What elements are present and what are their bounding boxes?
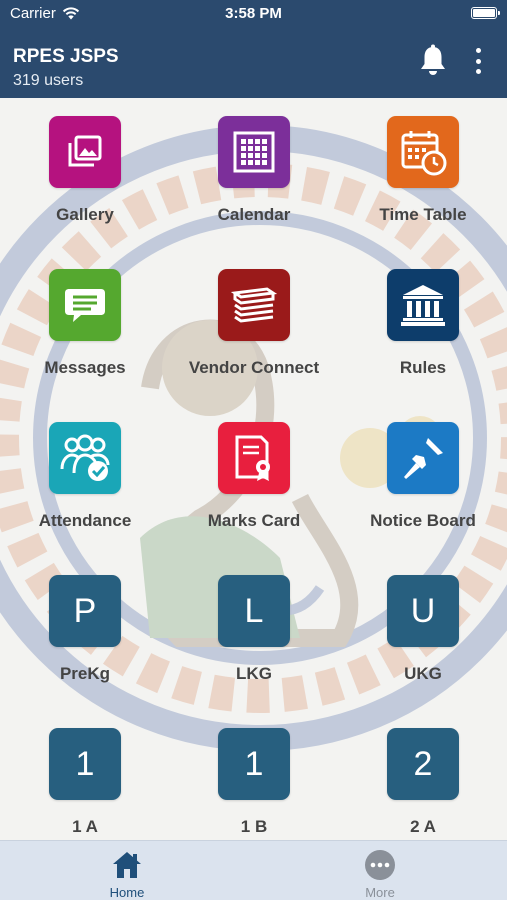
- attendance-button[interactable]: [49, 422, 121, 494]
- timetable-icon: [401, 131, 447, 176]
- notice-board-tile[interactable]: Notice Board: [353, 404, 493, 544]
- tile-label: UKG: [404, 664, 442, 683]
- clock: 3:58 PM: [225, 5, 282, 22]
- tile-label: Attendance: [38, 511, 132, 530]
- attendance-tile[interactable]: Attendance: [15, 404, 155, 544]
- class-letter: 2: [413, 744, 433, 783]
- class-button[interactable]: L: [218, 575, 290, 647]
- messages-tile[interactable]: Messages: [15, 251, 155, 391]
- class-tile-ukg[interactable]: U UKG: [353, 557, 493, 697]
- user-count: 319 users: [13, 72, 84, 89]
- class-button[interactable]: P: [49, 575, 121, 647]
- image-gallery-icon: [68, 135, 102, 167]
- bell-icon[interactable]: [418, 44, 448, 78]
- class-letter: 1: [75, 744, 95, 783]
- tile-label: Marks Card: [207, 511, 301, 530]
- tile-label: Gallery: [56, 205, 114, 224]
- class-letter: U: [410, 591, 436, 630]
- tile-label: Calendar: [217, 205, 291, 224]
- time-table-button[interactable]: [387, 116, 459, 188]
- more-circle-icon: [365, 850, 395, 880]
- class-tile-lkg[interactable]: L LKG: [184, 557, 324, 697]
- class-tile-1b[interactable]: 1 1 B: [184, 710, 324, 840]
- gallery-button[interactable]: [49, 116, 121, 188]
- app-header: RPES JSPS 319 users: [0, 26, 507, 98]
- tile-label: Notice Board: [370, 511, 476, 530]
- status-bar: Carrier 3:58 PM: [0, 0, 507, 26]
- tile-label: LKG: [236, 664, 272, 683]
- tile-label: 1 A: [72, 817, 98, 836]
- calendar-icon: [233, 131, 275, 173]
- battery-icon: [471, 7, 500, 19]
- tile-label: Vendor Connect: [188, 358, 320, 377]
- certificate-icon: [235, 435, 270, 481]
- rules-button[interactable]: [387, 269, 459, 341]
- tile-label: Rules: [399, 358, 447, 377]
- class-button[interactable]: 1: [218, 728, 290, 800]
- tab-more-label: More: [365, 885, 395, 900]
- more-options-icon[interactable]: [468, 46, 488, 76]
- tile-label: PreKg: [59, 664, 111, 683]
- class-letter: P: [73, 591, 97, 630]
- message-bubble-icon: [65, 289, 105, 322]
- class-button[interactable]: 1: [49, 728, 121, 800]
- calendar-tile[interactable]: Calendar: [184, 98, 324, 238]
- vendor-connect-button[interactable]: [218, 269, 290, 341]
- group-title: RPES JSPS: [13, 46, 119, 67]
- tab-home-label: Home: [109, 885, 145, 900]
- gallery-tile[interactable]: Gallery: [15, 98, 155, 238]
- tab-home[interactable]: Home: [67, 841, 187, 900]
- rules-tile[interactable]: Rules: [353, 251, 493, 391]
- class-button[interactable]: U: [387, 575, 459, 647]
- vendor-connect-tile[interactable]: Vendor Connect: [184, 251, 324, 391]
- class-tile-2a[interactable]: 2 2 A: [353, 710, 493, 840]
- class-tile-prekg[interactable]: P PreKg: [15, 557, 155, 697]
- tile-label: 1 B: [240, 817, 268, 836]
- bottom-tab-bar: Home More: [0, 840, 507, 900]
- tab-more[interactable]: More: [320, 841, 440, 900]
- class-letter: 1: [244, 744, 264, 783]
- marks-card-button[interactable]: [218, 422, 290, 494]
- class-letter: L: [244, 591, 264, 630]
- courthouse-icon: [401, 285, 445, 326]
- home-icon: [113, 852, 141, 878]
- books-icon: [231, 287, 277, 323]
- tile-label: Messages: [44, 358, 126, 377]
- tile-label: 2 A: [410, 817, 436, 836]
- group-check-icon: [60, 434, 110, 481]
- messages-button[interactable]: [49, 269, 121, 341]
- notice-board-button[interactable]: [387, 422, 459, 494]
- tile-label: Time Table: [379, 205, 467, 224]
- dashboard-grid: Gallery Calendar Time Table Messages Ven…: [0, 98, 507, 840]
- calendar-button[interactable]: [218, 116, 290, 188]
- marks-card-tile[interactable]: Marks Card: [184, 404, 324, 544]
- time-table-tile[interactable]: Time Table: [353, 98, 493, 238]
- pushpin-icon: [404, 438, 443, 479]
- class-button[interactable]: 2: [387, 728, 459, 800]
- class-tile-1a[interactable]: 1 1 A: [15, 710, 155, 840]
